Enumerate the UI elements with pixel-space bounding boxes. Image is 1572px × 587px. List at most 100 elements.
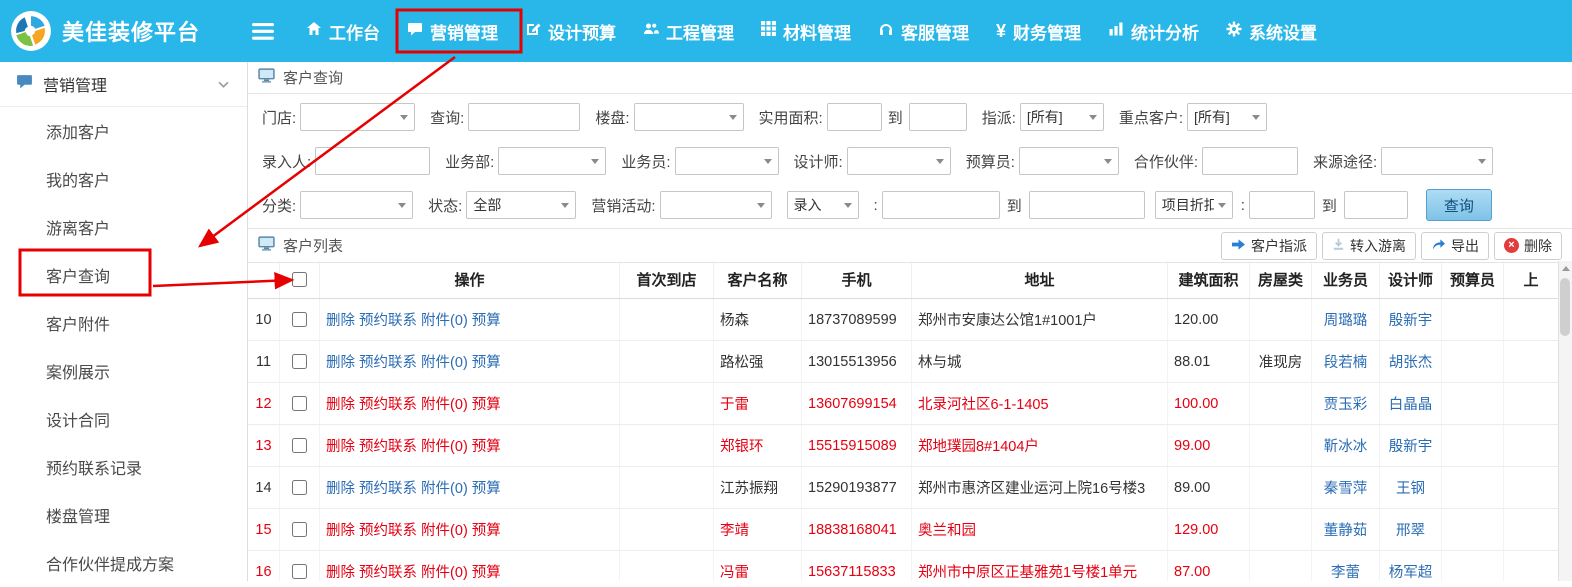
col-header-extra[interactable]: 上 <box>1504 261 1559 298</box>
row-checkbox[interactable] <box>292 438 307 453</box>
table-row: 10 删除 预约联系 附件(0) 预算 杨森 18737089599 郑州市安康… <box>248 299 1559 341</box>
chevron-down-icon <box>936 159 944 164</box>
nav-item-engineering[interactable]: 工程管理 <box>643 19 734 44</box>
row-operations-links[interactable]: 删除 预约联系 附件(0) 预算 <box>320 551 620 581</box>
partner-input[interactable] <box>1202 147 1298 175</box>
activity-select[interactable] <box>660 191 772 219</box>
budgeter-select[interactable] <box>1019 147 1119 175</box>
entry-person-input[interactable] <box>315 147 430 175</box>
sales-dept-select[interactable] <box>498 147 606 175</box>
chevron-down-icon <box>1478 159 1486 164</box>
delete-x-icon: × <box>1504 238 1519 253</box>
assign-customer-button[interactable]: 客户指派 <box>1221 232 1317 260</box>
store-select[interactable] <box>300 103 415 131</box>
entry-date-to-input[interactable] <box>1029 191 1145 219</box>
discount-select[interactable]: 项目折扣 <box>1155 191 1233 219</box>
move-to-floating-button[interactable]: 转入游离 <box>1322 232 1416 260</box>
designer-link[interactable]: 胡张杰 <box>1380 341 1442 382</box>
col-header-operations[interactable]: 操作 <box>320 261 620 298</box>
row-operations-links[interactable]: 删除 预约联系 附件(0) 预算 <box>320 341 620 382</box>
designer-link[interactable]: 邢翠 <box>1380 509 1442 550</box>
salesman-link[interactable]: 秦雪萍 <box>1312 467 1380 508</box>
row-checkbox[interactable] <box>292 354 307 369</box>
row-checkbox[interactable] <box>292 522 307 537</box>
row-operations-links[interactable]: 删除 预约联系 附件(0) 预算 <box>320 425 620 466</box>
nav-item-finance[interactable]: ¥ 财务管理 <box>996 19 1081 44</box>
search-button[interactable]: 查询 <box>1426 189 1492 221</box>
discount-max-input[interactable] <box>1344 191 1408 219</box>
row-operations-links[interactable]: 删除 预约联系 附件(0) 预算 <box>320 509 620 550</box>
scrollbar-up-arrow-icon[interactable] <box>1559 261 1572 275</box>
hamburger-menu-icon[interactable] <box>252 23 274 40</box>
entry-date-from-input[interactable] <box>882 191 1000 219</box>
sidebar-item-my-customers[interactable]: 我的客户 <box>0 155 247 203</box>
assign-select[interactable]: [所有] <box>1020 103 1104 131</box>
designer-link[interactable]: 杨军超 <box>1380 551 1442 581</box>
row-operations-links[interactable]: 删除 预约联系 附件(0) 预算 <box>320 467 620 508</box>
designer-link[interactable]: 殷新宇 <box>1380 299 1442 340</box>
nav-item-marketing[interactable]: 营销管理 <box>407 19 498 44</box>
designer-link[interactable]: 殷新宇 <box>1380 425 1442 466</box>
usable-area-min-input[interactable] <box>827 103 882 131</box>
sidebar-item-customer-attachments[interactable]: 客户附件 <box>0 299 247 347</box>
salesman-link[interactable]: 李蕾 <box>1312 551 1380 581</box>
vertical-scrollbar[interactable] <box>1558 261 1572 581</box>
export-button[interactable]: 导出 <box>1421 232 1489 260</box>
sidebar-item-partner-commission[interactable]: 合作伙伴提成方案 <box>0 539 247 587</box>
designer-select[interactable] <box>847 147 951 175</box>
row-checkbox[interactable] <box>292 396 307 411</box>
nav-item-settings[interactable]: 系统设置 <box>1226 19 1317 44</box>
salesman-link[interactable]: 贾玉彩 <box>1312 383 1380 424</box>
row-checkbox[interactable] <box>292 312 307 327</box>
table-row: 11 删除 预约联系 附件(0) 预算 路松强 13015513956 林与城 … <box>248 341 1559 383</box>
nav-item-materials[interactable]: 材料管理 <box>761 19 851 44</box>
filter-row-3: 分类: 状态: 全部 营销活动: 录入 : 到 项目折扣 : 到 查询 <box>262 183 1572 227</box>
col-header-salesman[interactable]: 业务员 <box>1312 261 1380 298</box>
source-select[interactable] <box>1381 147 1493 175</box>
salesman-select[interactable] <box>675 147 779 175</box>
nav-item-workbench[interactable]: 工作台 <box>306 19 380 44</box>
row-checkbox[interactable] <box>292 480 307 495</box>
sidebar-item-floating-customers[interactable]: 游离客户 <box>0 203 247 251</box>
col-header-address[interactable]: 地址 <box>912 261 1168 298</box>
sidebar-item-building-management[interactable]: 楼盘管理 <box>0 491 247 539</box>
salesman-link[interactable]: 周璐璐 <box>1312 299 1380 340</box>
select-all-checkbox[interactable] <box>292 272 307 287</box>
sidebar-item-design-contract[interactable]: 设计合同 <box>0 395 247 443</box>
salesman-link[interactable]: 董静茹 <box>1312 509 1380 550</box>
sidebar-item-customer-query[interactable]: 客户查询 <box>0 251 247 299</box>
status-select[interactable]: 全部 <box>466 191 576 219</box>
sidebar-section-marketing[interactable]: 营销管理 <box>0 62 247 107</box>
building-select[interactable] <box>634 103 744 131</box>
category-select[interactable] <box>300 191 413 219</box>
nav-item-design-budget[interactable]: 设计预算 <box>525 19 616 44</box>
scrollbar-thumb[interactable] <box>1560 278 1570 336</box>
key-customer-select[interactable]: [所有] <box>1187 103 1267 131</box>
salesman-link[interactable]: 段若楠 <box>1312 341 1380 382</box>
sidebar-item-case-display[interactable]: 案例展示 <box>0 347 247 395</box>
col-header-designer[interactable]: 设计师 <box>1380 261 1442 298</box>
row-operations-links[interactable]: 删除 预约联系 附件(0) 预算 <box>320 299 620 340</box>
col-header-first-visit[interactable]: 首次到店 <box>620 261 714 298</box>
nav-item-statistics[interactable]: 统计分析 <box>1108 19 1199 44</box>
row-operations-links[interactable]: 删除 预约联系 附件(0) 预算 <box>320 383 620 424</box>
sidebar-item-add-customer[interactable]: 添加客户 <box>0 107 247 155</box>
col-header-house-type[interactable]: 房屋类 <box>1250 261 1312 298</box>
col-header-budgeter[interactable]: 预算员 <box>1442 261 1504 298</box>
col-header-area[interactable]: 建筑面积 <box>1168 261 1250 298</box>
salesman-link[interactable]: 靳冰冰 <box>1312 425 1380 466</box>
nav-item-customer-service[interactable]: 客服管理 <box>878 19 969 44</box>
keyword-input[interactable] <box>468 103 580 131</box>
sidebar-item-appointment-records[interactable]: 预约联系记录 <box>0 443 247 491</box>
chevron-down-icon <box>1218 203 1226 208</box>
discount-min-input[interactable] <box>1249 191 1315 219</box>
entry-type-select[interactable]: 录入 <box>787 191 859 219</box>
col-header-phone[interactable]: 手机 <box>802 261 912 298</box>
usable-area-max-input[interactable] <box>909 103 967 131</box>
row-checkbox[interactable] <box>292 564 307 579</box>
designer-link[interactable]: 王钢 <box>1380 467 1442 508</box>
col-header-name[interactable]: 客户名称 <box>714 261 802 298</box>
delete-button[interactable]: × 删除 <box>1494 232 1562 260</box>
chevron-down-icon <box>1252 115 1260 120</box>
designer-link[interactable]: 白晶晶 <box>1380 383 1442 424</box>
